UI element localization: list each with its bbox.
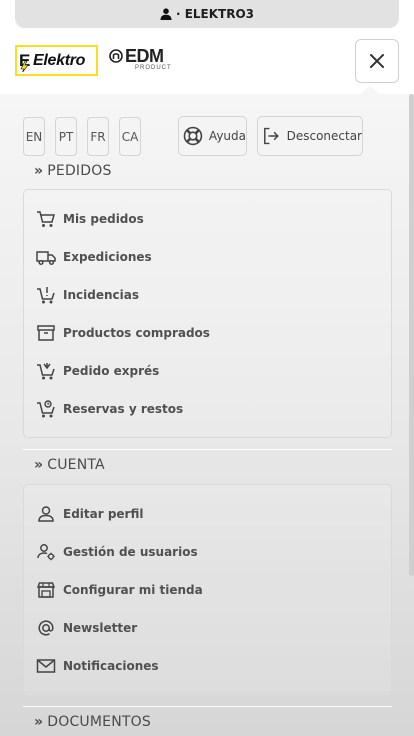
section-divider: [23, 706, 392, 707]
menu-item-productos-comprados[interactable]: Productos comprados: [36, 321, 210, 345]
menu-item-label: Productos comprados: [63, 326, 210, 340]
user-gear-icon: [37, 544, 55, 561]
user-strip[interactable]: · ELEKTRO3: [15, 0, 399, 28]
chevron-right-icon: »: [34, 457, 44, 473]
menu-item-label: Incidencias: [63, 288, 139, 302]
section-documentos-title[interactable]: » DOCUMENTOS: [34, 714, 151, 730]
menu-item-incidencias[interactable]: Incidencias: [36, 283, 139, 307]
lang-ca-button[interactable]: CA: [119, 117, 141, 156]
bolt-icon: E: [19, 51, 30, 72]
logout-icon: [264, 127, 279, 145]
close-icon: [370, 54, 384, 68]
menu-item-label: Reservas y restos: [63, 402, 184, 416]
menu-item-reservas-y-restos[interactable]: Reservas y restos: [36, 397, 183, 421]
menu-item-label: Expediciones: [63, 250, 152, 264]
edm-mark-icon: [109, 49, 123, 63]
help-label: Ayuda: [208, 129, 246, 143]
section-title-text: DOCUMENTOS: [47, 714, 151, 730]
panel-pointer: [361, 86, 379, 94]
cart-express-icon: [37, 363, 55, 380]
menu-item-label: Mis pedidos: [63, 212, 144, 226]
scrollbar[interactable]: [409, 94, 414, 576]
chevron-right-icon: »: [34, 163, 44, 179]
section-pedidos-title[interactable]: » PEDIDOS: [34, 163, 112, 179]
logout-button[interactable]: Desconectar: [257, 116, 363, 156]
edm-logo-text: EDM: [125, 46, 164, 66]
menu-item-configurar-tienda[interactable]: Configurar mi tienda: [36, 578, 203, 602]
menu-item-mis-pedidos[interactable]: Mis pedidos: [36, 207, 144, 231]
lang-fr-button[interactable]: FR: [87, 117, 109, 156]
section-divider: [23, 449, 392, 450]
at-icon: [38, 620, 54, 636]
archive-icon: [37, 325, 55, 341]
edm-logo-sub: PRODUCT: [135, 65, 172, 71]
user-icon: [38, 506, 54, 522]
section-title-text: CUENTA: [47, 457, 105, 473]
lang-pt-button[interactable]: PT: [55, 117, 77, 156]
cart-icon: [37, 211, 55, 227]
close-menu-button[interactable]: [355, 39, 399, 83]
menu-item-pedido-expres[interactable]: Pedido exprés: [36, 359, 159, 383]
elektro-logo[interactable]: E Elektro: [15, 45, 98, 76]
menu-item-label: Notificaciones: [63, 659, 159, 673]
mail-icon: [36, 659, 56, 673]
edm-logo[interactable]: EDM PRODUCT: [109, 46, 171, 74]
menu-item-notificaciones[interactable]: Notificaciones: [36, 654, 159, 678]
cart-reserve-icon: [37, 400, 55, 418]
user-icon: [160, 8, 172, 20]
menu-item-newsletter[interactable]: Newsletter: [36, 616, 137, 640]
lifebuoy-icon: [183, 126, 203, 146]
menu-item-label: Editar perfil: [63, 507, 144, 521]
menu-item-label: Pedido exprés: [63, 364, 160, 378]
menu-item-label: Gestión de usuarios: [63, 545, 198, 559]
user-label: · ELEKTRO3: [175, 7, 255, 21]
menu-item-label: Newsletter: [63, 621, 138, 635]
store-icon: [36, 582, 56, 598]
cart-alert-icon: [37, 287, 55, 304]
help-button[interactable]: Ayuda: [178, 116, 247, 156]
section-title-text: PEDIDOS: [47, 163, 112, 179]
menu-item-expediciones[interactable]: Expediciones: [36, 245, 152, 269]
section-cuenta-title[interactable]: » CUENTA: [34, 457, 105, 473]
elektro-logo-text: Elektro: [33, 51, 86, 69]
menu-item-editar-perfil[interactable]: Editar perfil: [36, 502, 143, 526]
truck-icon: [36, 251, 56, 266]
chevron-right-icon: »: [34, 714, 44, 730]
menu-item-label: Configurar mi tienda: [63, 583, 203, 597]
menu-item-gestion-usuarios[interactable]: Gestión de usuarios: [36, 540, 198, 564]
logout-label: Desconectar: [286, 129, 362, 143]
lang-en-button[interactable]: EN: [23, 117, 45, 156]
